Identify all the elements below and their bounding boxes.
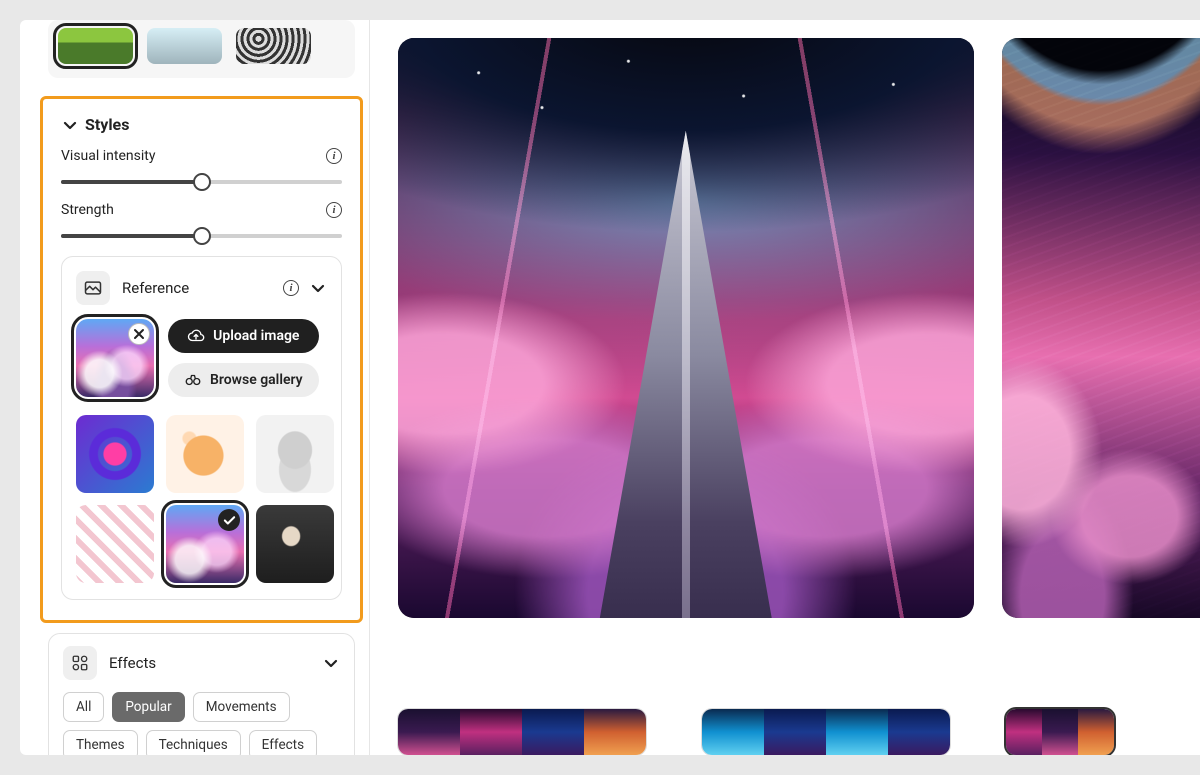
preset-thumb-1[interactable]	[58, 28, 133, 64]
strength-slider[interactable]	[61, 234, 342, 238]
variant-set-2[interactable]	[702, 709, 950, 755]
effects-panel: Effects All Popular Movements Themes Tec…	[48, 633, 355, 755]
strength-thumb[interactable]	[193, 227, 211, 245]
strength-fill	[61, 234, 202, 238]
result-image-1[interactable]	[398, 38, 974, 618]
reference-thumb[interactable]	[76, 505, 154, 583]
upload-icon	[187, 327, 205, 345]
result-image-2[interactable]	[1002, 38, 1200, 618]
visual-intensity-fill	[61, 180, 202, 184]
reference-icon	[76, 271, 110, 305]
styles-panel: Styles Visual intensity i	[40, 96, 363, 623]
strength-label: Strength	[61, 202, 114, 218]
reference-thumb[interactable]	[76, 415, 154, 493]
effects-chip-effects[interactable]: Effects	[249, 730, 317, 755]
reference-card: Reference i	[61, 256, 342, 600]
strength-block: Strength i	[61, 202, 342, 238]
visual-intensity-block: Visual intensity i	[61, 148, 342, 184]
reference-thumb[interactable]	[166, 415, 244, 493]
effects-chip-row: All Popular Movements Themes Techniques …	[63, 692, 340, 755]
chevron-down-icon[interactable]	[309, 279, 327, 297]
variant-strip	[398, 695, 1200, 755]
reference-thumb[interactable]	[256, 505, 334, 583]
reference-gallery-grid	[76, 415, 327, 583]
styles-title: Styles	[85, 115, 129, 134]
chevron-down-icon	[61, 116, 79, 134]
visual-intensity-slider[interactable]	[61, 180, 342, 184]
check-icon	[218, 509, 240, 531]
effects-chip-movements[interactable]: Movements	[193, 692, 290, 722]
reference-selected-preview[interactable]	[76, 319, 154, 397]
effects-title: Effects	[109, 654, 310, 672]
remove-reference-button[interactable]	[128, 323, 150, 345]
chevron-down-icon[interactable]	[322, 654, 340, 672]
effects-icon	[63, 646, 97, 680]
reference-title: Reference	[122, 279, 271, 297]
reference-thumb-selected[interactable]	[166, 505, 244, 583]
effects-chip-popular[interactable]: Popular	[112, 692, 184, 722]
styles-header[interactable]: Styles	[61, 115, 342, 134]
sidebar: Styles Visual intensity i	[20, 20, 370, 755]
effects-header[interactable]: Effects	[63, 646, 340, 680]
effects-chip-all[interactable]: All	[63, 692, 104, 722]
preset-thumb-3[interactable]	[236, 28, 311, 64]
preset-thumb-2[interactable]	[147, 28, 222, 64]
upload-image-label: Upload image	[213, 328, 299, 344]
info-icon[interactable]: i	[326, 148, 342, 164]
browse-gallery-button[interactable]: Browse gallery	[168, 363, 319, 397]
aspect-presets-card	[48, 20, 355, 78]
visual-intensity-thumb[interactable]	[193, 173, 211, 191]
variant-set-3[interactable]	[1006, 709, 1114, 755]
variant-set-1[interactable]	[398, 709, 646, 755]
effects-chip-techniques[interactable]: Techniques	[146, 730, 241, 755]
upload-image-button[interactable]: Upload image	[168, 319, 319, 353]
browse-gallery-label: Browse gallery	[210, 372, 303, 388]
info-icon[interactable]: i	[283, 280, 299, 296]
binoculars-icon	[184, 371, 202, 389]
results-area	[370, 20, 1200, 755]
reference-thumb[interactable]	[256, 415, 334, 493]
visual-intensity-label: Visual intensity	[61, 148, 155, 164]
effects-chip-themes[interactable]: Themes	[63, 730, 138, 755]
info-icon[interactable]: i	[326, 202, 342, 218]
